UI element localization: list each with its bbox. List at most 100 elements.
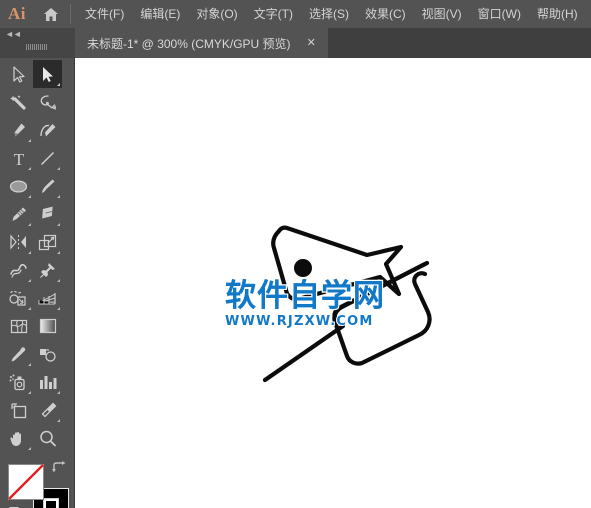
tool-flyout-indicator xyxy=(28,391,31,394)
width-tool[interactable] xyxy=(4,256,33,284)
direct-selection-tool[interactable] xyxy=(33,60,62,88)
home-icon xyxy=(43,7,59,22)
menu-object[interactable]: 对象(O) xyxy=(188,2,245,26)
scale-tool[interactable] xyxy=(33,228,62,256)
mesh-icon xyxy=(10,318,28,335)
menu-view[interactable]: 视图(V) xyxy=(414,2,470,26)
magic-wand-tool[interactable] xyxy=(4,88,33,116)
ellipse-icon xyxy=(9,179,28,194)
curvature-tool[interactable] xyxy=(33,116,62,144)
eyedropper-tool[interactable] xyxy=(4,340,33,368)
line-segment-tool[interactable] xyxy=(33,144,62,172)
tool-flyout-indicator xyxy=(28,139,31,142)
tool-flyout-indicator xyxy=(57,307,60,310)
fill-stroke-controls xyxy=(0,403,75,508)
document-tab-title: 未标题-1* @ 300% (CMYK/GPU 预览) xyxy=(87,36,291,51)
tool-flyout-indicator xyxy=(57,195,60,198)
perspective-grid-icon xyxy=(38,290,57,307)
menubar-divider xyxy=(70,4,71,24)
tag-shape-lower-edge[interactable] xyxy=(332,261,428,323)
perspective-grid-tool[interactable] xyxy=(33,284,62,312)
pushpin-icon xyxy=(39,262,56,279)
tool-flyout-indicator xyxy=(28,363,31,366)
tool-flyout-indicator xyxy=(28,279,31,282)
arrow-filled-icon xyxy=(41,66,55,83)
column-graph-tool[interactable] xyxy=(33,368,62,396)
pen-icon xyxy=(10,122,27,139)
tag-tail-stroke[interactable] xyxy=(262,323,346,383)
symbol-sprayer-icon xyxy=(9,374,28,391)
paintbrush-icon xyxy=(39,178,56,195)
fill-swatch[interactable] xyxy=(8,464,44,500)
document-tab-bar: ◄◄ 未标题-1* @ 300% (CMYK/GPU 预览) ✕ xyxy=(0,28,591,58)
blend-tool[interactable] xyxy=(33,340,62,368)
app-logo: Ai xyxy=(8,4,26,23)
tool-flyout-indicator xyxy=(28,251,31,254)
bar-chart-icon xyxy=(38,374,57,390)
tool-flyout-indicator xyxy=(57,167,60,170)
toolbar-drag-handle[interactable] xyxy=(26,44,48,50)
lasso-icon xyxy=(39,94,57,111)
tool-flyout-indicator xyxy=(57,223,60,226)
paintbrush-tool[interactable] xyxy=(33,172,62,200)
tool-flyout-indicator xyxy=(28,195,31,198)
tag-shapes-artwork[interactable] xyxy=(75,58,591,508)
eyedropper-icon xyxy=(10,346,27,363)
tool-flyout-indicator xyxy=(28,167,31,170)
menu-file[interactable]: 文件(F) xyxy=(77,2,132,26)
menu-select[interactable]: 选择(S) xyxy=(301,2,357,26)
symbol-sprayer-tool[interactable] xyxy=(4,368,33,396)
tool-grid: T xyxy=(4,60,70,452)
menu-help[interactable]: 帮助(H) xyxy=(529,2,586,26)
free-transform-tool[interactable] xyxy=(33,256,62,284)
document-tab[interactable]: 未标题-1* @ 300% (CMYK/GPU 预览) ✕ xyxy=(75,28,329,58)
close-icon[interactable]: ✕ xyxy=(307,37,316,49)
eraser-icon xyxy=(38,206,57,222)
collapse-panel-button[interactable]: ◄◄ xyxy=(5,30,22,39)
tools-panel: T xyxy=(0,58,75,508)
menu-edit[interactable]: 编辑(E) xyxy=(132,2,188,26)
shape-builder-icon xyxy=(9,290,28,307)
curvature-icon xyxy=(39,122,57,139)
type-tool[interactable]: T xyxy=(4,144,33,172)
pen-tool[interactable] xyxy=(4,116,33,144)
shaper-tool[interactable] xyxy=(4,200,33,228)
swap-fill-stroke-icon[interactable] xyxy=(52,461,67,480)
svg-text:T: T xyxy=(13,150,24,167)
lasso-tool[interactable] xyxy=(33,88,62,116)
ellipse-tool[interactable] xyxy=(4,172,33,200)
mesh-tool[interactable] xyxy=(4,312,33,340)
width-warp-icon xyxy=(9,262,28,279)
eraser-tool[interactable] xyxy=(33,200,62,228)
gradient-icon xyxy=(39,318,57,334)
type-t-icon: T xyxy=(11,150,27,167)
gradient-tool[interactable] xyxy=(33,312,62,340)
reflect-tool[interactable] xyxy=(4,228,33,256)
tool-flyout-indicator xyxy=(28,307,31,310)
selection-tool[interactable] xyxy=(4,60,33,88)
tool-flyout-indicator xyxy=(57,391,60,394)
tool-flyout-indicator xyxy=(57,83,60,86)
anchor-point[interactable] xyxy=(294,259,312,277)
toolbar-panel-header: ◄◄ xyxy=(0,28,75,58)
magic-wand-icon xyxy=(9,94,28,111)
none-slash-icon xyxy=(8,464,44,500)
pencil-icon xyxy=(10,206,28,223)
menu-window[interactable]: 窗口(W) xyxy=(470,2,529,26)
arrow-outline-icon xyxy=(12,65,26,83)
blend-icon xyxy=(38,346,57,363)
menu-type[interactable]: 文字(T) xyxy=(246,2,301,26)
illustrator-window: Ai 文件(F) 编辑(E) 对象(O) 文字(T) 选择(S) 效果(C) 视… xyxy=(0,0,591,508)
document-canvas[interactable]: 软件自学网 软件自学网 WWW.RJZXW.COM WWW.RJZXW.COM xyxy=(75,58,591,508)
tool-flyout-indicator xyxy=(28,223,31,226)
menu-bar: Ai 文件(F) 编辑(E) 对象(O) 文字(T) 选择(S) 效果(C) 视… xyxy=(0,0,591,28)
shape-builder-tool[interactable] xyxy=(4,284,33,312)
menu-effect[interactable]: 效果(C) xyxy=(357,2,414,26)
tool-flyout-indicator xyxy=(57,279,60,282)
reflect-icon xyxy=(9,234,28,250)
line-icon xyxy=(39,150,56,167)
tool-flyout-indicator xyxy=(57,251,60,254)
scale-icon xyxy=(38,234,57,251)
home-button[interactable] xyxy=(34,0,68,28)
stroke-swatch-core xyxy=(46,501,56,508)
